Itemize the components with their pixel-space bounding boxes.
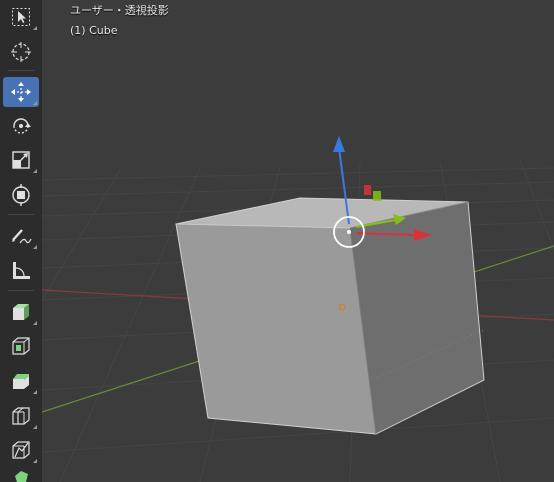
scale-tool[interactable] (3, 145, 39, 175)
rotate-tool[interactable] (3, 111, 39, 141)
gizmo-xz-plane[interactable] (364, 185, 371, 195)
annotate-icon (10, 225, 32, 247)
add-cube-icon (10, 301, 32, 323)
select-box-tool[interactable] (3, 2, 39, 32)
move-icon (10, 81, 32, 103)
cursor-icon (10, 41, 32, 63)
viewport-info: ユーザー・透視投影 (1) Cube (70, 1, 169, 41)
transform-tool[interactable] (3, 180, 39, 210)
inset-faces-tool[interactable] (3, 331, 39, 361)
measure-tool[interactable] (3, 256, 39, 286)
poly-build-icon (10, 468, 32, 482)
add-cube-tool[interactable] (3, 297, 39, 327)
object-label: (1) Cube (70, 24, 118, 37)
gizmo-center-dot (347, 230, 351, 234)
bevel-icon (10, 370, 32, 392)
move-tool[interactable] (3, 77, 39, 107)
3d-viewport[interactable] (0, 0, 554, 482)
inset-faces-icon (10, 335, 32, 357)
knife-icon (10, 439, 32, 461)
gizmo-yz-plane[interactable] (373, 191, 381, 201)
cube-object[interactable] (175, 197, 485, 435)
loop-cut-icon (10, 405, 32, 427)
transform-icon (10, 184, 32, 206)
poly-build-tool[interactable] (3, 468, 39, 482)
bevel-tool[interactable] (3, 366, 39, 396)
gizmo-z-arrow[interactable] (333, 136, 345, 152)
loop-cut-tool[interactable] (3, 401, 39, 431)
view-label: ユーザー・透視投影 (70, 4, 169, 17)
measure-icon (10, 260, 32, 282)
annotate-tool[interactable] (3, 221, 39, 251)
cube-front-face (176, 224, 376, 434)
tool-shelf (0, 0, 42, 482)
knife-tool[interactable] (3, 435, 39, 465)
viewport-scene[interactable] (0, 0, 554, 482)
rotate-icon (10, 115, 32, 137)
scale-icon (10, 149, 32, 171)
select-box-icon (10, 6, 32, 28)
cursor-tool[interactable] (3, 37, 39, 67)
